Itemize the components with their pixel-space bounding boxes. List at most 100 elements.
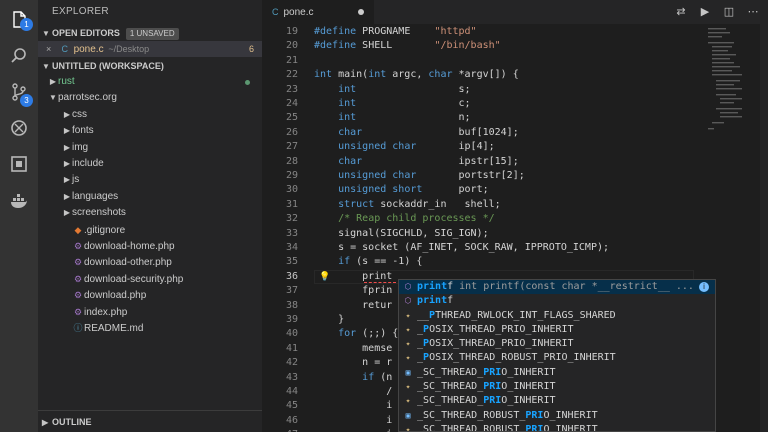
suggestion-item[interactable]: ✦ _SC_THREAD_PRIO_INHERIT — [399, 380, 715, 394]
code-line[interactable]: if (s == -1) { — [314, 255, 422, 269]
c-file-icon: C — [61, 44, 69, 54]
suggestion-item[interactable]: ⬡ printf — [399, 294, 715, 308]
files-icon[interactable]: 1 — [0, 2, 38, 38]
open-changes-icon[interactable]: ⇄ — [674, 5, 688, 19]
code-line[interactable]: char buf[1024]; — [314, 126, 519, 140]
suggestion-item[interactable]: ✦ _POSIX_THREAD_PRIO_INHERIT — [399, 323, 715, 337]
tree-item[interactable]: ⚙ download-home.php — [38, 238, 262, 254]
problem-count: 6 — [248, 44, 254, 54]
explorer-title: EXPLORER — [52, 6, 109, 17]
suggestion-suffix: THREAD_RWLOCK_INT_FLAGS_SHARED — [435, 309, 616, 321]
code-line[interactable]: unsigned char ip[4]; — [314, 140, 495, 154]
minimap[interactable] — [704, 24, 760, 144]
code-line[interactable]: if (n — [314, 371, 392, 385]
suggestion-match: print — [417, 295, 448, 307]
debug-icon[interactable] — [0, 110, 38, 146]
open-editors-header[interactable]: ▼ OPEN EDITORS 1 UNSAVED — [38, 24, 262, 42]
suggestion-item[interactable]: ✦ _POSIX_THREAD_ROBUST_PRIO_INHERIT — [399, 351, 715, 365]
tree-item[interactable]: ▶ css — [38, 107, 262, 123]
source-control-icon[interactable]: 3 — [0, 74, 38, 110]
line-number: 47 — [262, 428, 298, 432]
tree-item[interactable]: ▶ languages — [38, 189, 262, 205]
line-number: 21 — [285, 54, 298, 66]
tree-item[interactable]: ▶ include — [38, 156, 262, 172]
code-line[interactable]: / — [314, 385, 392, 399]
suggestion-item[interactable]: ✦ _SC_THREAD_PRIO_INHERIT — [399, 394, 715, 408]
code-line[interactable]: char ipstr[15]; — [314, 155, 519, 169]
split-editor-icon[interactable]: ◫ — [722, 5, 736, 19]
docker-icon[interactable] — [0, 184, 38, 220]
tree-item[interactable]: ▶ js — [38, 172, 262, 188]
tree-item[interactable]: ▶ img — [38, 140, 262, 156]
outline-section[interactable]: ▶ OUTLINE — [38, 410, 262, 432]
suggestion-prefix: _SC_THREAD_ — [417, 395, 484, 407]
suggestion-suffix: OSIX_THREAD_PRIO_INHERIT — [429, 323, 574, 335]
suggestion-item[interactable]: ⬡ printf int printf(const char *__restrict… — [399, 280, 715, 295]
code-line[interactable]: int n; — [314, 111, 470, 125]
suggestion-prefix: _SC_THREAD_ROBUST_ — [417, 423, 526, 432]
suggestion-item[interactable]: ✦ _SC_THREAD_ROBUST_PRIO_INHERIT — [399, 423, 715, 432]
unsaved-dot-icon[interactable] — [358, 9, 364, 15]
info-icon[interactable]: i — [699, 282, 709, 292]
code-line[interactable]: for (;;) { — [314, 327, 398, 341]
code-line[interactable]: unsigned short port; — [314, 183, 489, 197]
tree-item[interactable]: ◆ .gitignore — [38, 222, 262, 238]
code-line[interactable]: struct sockaddr_in shell; — [314, 198, 501, 212]
suggestion-item[interactable]: ▣ _SC_THREAD_ROBUST_PRIO_INHERIT — [399, 409, 715, 423]
line-number: 37 — [285, 285, 298, 297]
code-line[interactable]: i — [314, 428, 392, 432]
tab-pone-c[interactable]: Cpone.c — [262, 0, 374, 24]
close-icon[interactable]: × — [46, 41, 56, 57]
tree-item[interactable]: ⚙ download-security.php — [38, 271, 262, 287]
code-line[interactable]: #define PROGNAME "httpd" — [314, 25, 477, 39]
code-line[interactable]: int s; — [314, 83, 470, 97]
tree-item[interactable]: ▶ fonts — [38, 123, 262, 139]
outline-header[interactable]: ▶ OUTLINE — [38, 413, 262, 431]
suggestion-item[interactable]: ▣ _SC_THREAD_PRIO_INHERIT — [399, 366, 715, 380]
open-editor-item[interactable]: × C pone.c ~/Desktop 6 — [38, 41, 262, 57]
tree-item[interactable]: ⓘ README.md — [38, 320, 262, 336]
variable-icon: ▣ — [405, 367, 411, 377]
constant-icon: ✦ — [405, 324, 411, 334]
tree-item[interactable]: ▶ screenshots — [38, 205, 262, 221]
line-number: 34 — [285, 242, 298, 253]
extensions-icon[interactable] — [0, 146, 38, 182]
line-number: 43 — [285, 371, 298, 383]
chevron-right-icon: ▶ — [42, 418, 49, 427]
tree-item[interactable]: ⚙ index.php — [38, 304, 262, 320]
line-number: 33 — [285, 227, 298, 239]
code-line[interactable]: fprin — [314, 284, 392, 298]
code-line[interactable]: int main(int argc, char *argv[]) { — [314, 68, 519, 82]
editor-scrollbar[interactable] — [760, 24, 768, 432]
code-line[interactable]: s = socket (AF_INET, SOCK_RAW, IPPROTO_I… — [314, 241, 609, 255]
code-line[interactable]: i — [314, 399, 392, 413]
autocomplete-popup[interactable]: ⬡ printf int printf(const char *__restrict… — [398, 279, 716, 432]
code-line[interactable]: #define SHELL "/bin/bash" — [314, 39, 501, 53]
open-editor-filename: pone.c — [73, 44, 104, 55]
code-line[interactable]: retur — [314, 299, 392, 313]
run-icon[interactable]: ▶ — [698, 5, 712, 19]
suggestion-item[interactable]: ✦ __PTHREAD_RWLOCK_INT_FLAGS_SHARED — [399, 309, 715, 323]
code-line[interactable]: memse — [314, 342, 392, 356]
workspace-header[interactable]: ▼ UNTITLED (WORKSPACE) — [38, 57, 262, 75]
line-number: 26 — [285, 126, 298, 138]
chevron-right-icon: ▶ — [63, 191, 71, 201]
code-line[interactable]: } — [314, 313, 344, 327]
more-actions-icon[interactable]: ⋯ — [746, 5, 760, 19]
code-line[interactable]: /* Reap child processes */ — [314, 212, 495, 226]
tree-item[interactable]: ▼parrotsec.org — [38, 90, 262, 106]
code-line[interactable]: int c; — [314, 97, 470, 111]
code-line[interactable]: signal(SIGCHLD, SIG_IGN); — [314, 227, 489, 241]
code-line[interactable]: n = r — [314, 356, 392, 370]
tree-item[interactable]: ⚙ download-other.php — [38, 254, 262, 270]
open-editors-label: OPEN EDITORS — [52, 28, 120, 38]
code-line[interactable]: i — [314, 414, 392, 428]
search-icon[interactable] — [0, 38, 38, 74]
suggestion-item[interactable]: ✦ _POSIX_THREAD_PRIO_INHERIT — [399, 337, 715, 351]
chevron-down-icon: ▼ — [49, 93, 57, 103]
tree-item[interactable]: ⚙ download.php — [38, 287, 262, 303]
code-line[interactable]: unsigned char portstr[2]; — [314, 169, 525, 183]
line-number: 32 — [285, 213, 298, 225]
tree-item[interactable]: ▶ rust — [38, 74, 262, 90]
tree-item-label: .gitignore — [84, 224, 126, 236]
